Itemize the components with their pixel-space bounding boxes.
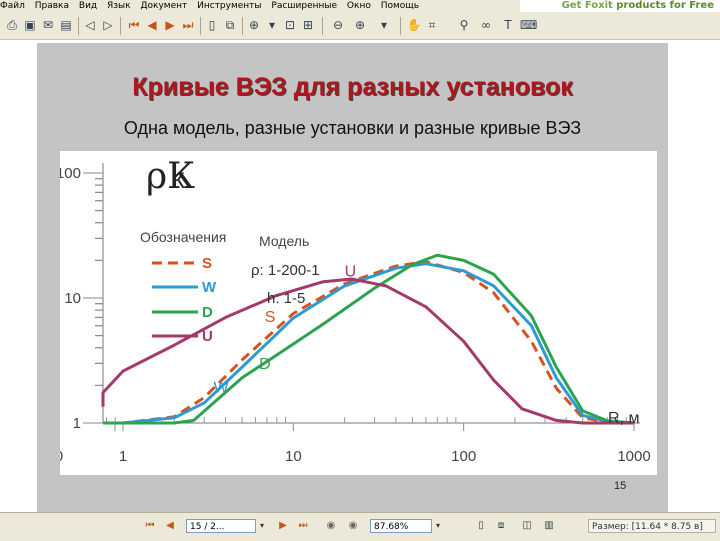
continuous-facing-icon[interactable]: ▥ <box>542 519 556 533</box>
y-tick-label: 100 <box>60 165 81 182</box>
slide-title: Кривые ВЭЗ для разных установок <box>132 73 573 101</box>
y-axis-label-subscript: К <box>172 168 185 193</box>
x-tick-label: 100 <box>451 448 476 465</box>
x-tick-label: 0 <box>60 448 63 465</box>
zoom-dropdown-icon[interactable]: ▾ <box>432 519 444 533</box>
series-line-u <box>101 277 634 425</box>
prev-page-icon[interactable]: ◀ <box>163 519 177 533</box>
page-number-field[interactable]: 15 / 2... <box>186 519 256 533</box>
toolbar-separator <box>78 17 79 35</box>
slide-page: Кривые ВЭЗ для разных установок Одна мод… <box>37 43 668 512</box>
email-icon[interactable]: ✉ <box>40 17 56 33</box>
menu-item-language[interactable]: Язык <box>107 0 131 12</box>
model-title: Модель <box>259 233 309 249</box>
scanner-icon[interactable]: ▤ <box>58 17 74 33</box>
zoom-dropdown-icon[interactable]: ▾ <box>376 17 392 33</box>
status-bar: ⏮ ◀ 15 / 2... ▾ ▶ ⏭ ◉ ◉ 87.68% ▾ ▯ ⧈ ◫ ▥… <box>0 512 720 541</box>
ves-chart: 10010101101001000 USWD Обозначения Модел… <box>55 151 657 475</box>
toolbar-separator <box>322 17 323 35</box>
prev-page-icon[interactable]: ◀ <box>144 17 160 33</box>
document-viewer[interactable]: Кривые ВЭЗ для разных установок Одна мод… <box>0 40 720 512</box>
zoom-in-icon[interactable]: ⊕ <box>246 17 262 33</box>
menu-item-view[interactable]: Вид <box>79 0 97 12</box>
x-axis-label: R, м <box>608 410 639 427</box>
facing-icon[interactable]: ◫ <box>520 519 534 533</box>
menu-item-edit[interactable]: Правка <box>35 0 69 12</box>
legend-title: Обозначения <box>140 229 226 245</box>
binoculars-icon[interactable]: ∞ <box>478 17 494 33</box>
curve-label-w: W <box>214 380 230 397</box>
next-page-icon[interactable]: ▶ <box>276 519 290 533</box>
next-page-icon[interactable]: ▶ <box>162 17 178 33</box>
fit-visible-icon[interactable]: ⊞ <box>300 17 316 33</box>
forward-icon[interactable]: ▷ <box>100 17 116 33</box>
toolbar: ⎙ ▣ ✉ ▤ ◁ ▷ ⏮ ◀ ▶ ⏭ ▯ ⧉ ⊕ ▾ ⊡ ⊞ ⊖ ⊕ ▾ ✋ … <box>0 13 720 40</box>
x-tick-label: 1 <box>119 448 127 465</box>
find-icon[interactable]: ⚲ <box>456 17 472 33</box>
zoom-plus-icon[interactable]: ⊕ <box>352 17 368 33</box>
forward-icon[interactable]: ◉ <box>346 519 360 533</box>
print-icon[interactable]: ⎙ <box>4 17 20 33</box>
model-thickness: h: 1-5 <box>267 290 305 307</box>
back-icon[interactable]: ◁ <box>82 17 98 33</box>
toolbar-separator <box>120 17 121 35</box>
last-page-icon[interactable]: ⏭ <box>296 519 310 533</box>
curve-label-d: D <box>259 356 271 373</box>
back-icon[interactable]: ◉ <box>324 519 338 533</box>
y-axis-label: ρК <box>146 156 195 197</box>
toolbar-separator <box>400 17 401 35</box>
curve-label-s: S <box>265 309 276 326</box>
promo-text-right: products for Free <box>616 0 714 11</box>
slide-page-number: 15 <box>614 480 627 492</box>
menu-item-help[interactable]: Помощь <box>381 0 419 12</box>
snapshot-icon[interactable]: ⌗ <box>424 17 440 33</box>
page-view-icon[interactable]: ▯ <box>204 17 220 33</box>
page-size-display: Размер: [11.64 * 8.75 в] <box>588 519 716 533</box>
first-page-icon[interactable]: ⏮ <box>143 519 157 533</box>
single-page-icon[interactable]: ▯ <box>474 519 488 533</box>
zoom-out-icon[interactable]: ⊖ <box>330 17 346 33</box>
y-tick-label: 1 <box>73 415 81 432</box>
legend-label-d: D <box>202 304 213 321</box>
model-resistivity: ρ: 1-200-1 <box>251 262 320 279</box>
zoom-field[interactable]: 87.68% <box>370 519 432 533</box>
fit-width-icon[interactable]: ⧉ <box>222 17 238 33</box>
first-page-icon[interactable]: ⏮ <box>126 17 142 33</box>
menu-item-file[interactable]: Файл <box>0 0 25 12</box>
menu-item-advanced[interactable]: Расширенные <box>271 0 337 12</box>
save-icon[interactable]: ▣ <box>22 17 38 33</box>
continuous-icon[interactable]: ⧈ <box>494 519 508 533</box>
typewriter-icon[interactable]: ⌨ <box>520 17 537 33</box>
select-icon[interactable]: ▾ <box>264 17 280 33</box>
fit-page-icon[interactable]: ⊡ <box>282 17 298 33</box>
promo-text-left: Get Foxit <box>561 0 613 11</box>
toolbar-separator <box>242 17 243 35</box>
legend-label-w: W <box>202 279 217 296</box>
last-page-icon[interactable]: ⏭ <box>180 17 196 33</box>
promo-banner[interactable]: Get Foxit products for Free <box>520 0 720 12</box>
curve-label-u: U <box>345 264 357 281</box>
toolbar-separator <box>200 17 201 35</box>
x-tick-label: 10 <box>285 448 302 465</box>
menu-item-tools[interactable]: Инструменты <box>197 0 261 12</box>
legend-label-u: U <box>202 328 213 345</box>
menu-item-window[interactable]: Окно <box>347 0 371 12</box>
slide-subtitle: Одна модель, разные установки и разные к… <box>123 118 582 138</box>
legend-label-s: S <box>202 255 212 272</box>
x-tick-label: 1000 <box>617 448 650 465</box>
page-dropdown-icon[interactable]: ▾ <box>256 519 268 533</box>
menu-item-document[interactable]: Документ <box>140 0 187 12</box>
text-select-icon[interactable]: T <box>500 17 516 33</box>
y-tick-label: 10 <box>64 290 81 307</box>
chart-svg: 10010101101001000 USWD Обозначения Модел… <box>55 156 651 465</box>
hand-icon[interactable]: ✋ <box>406 17 422 33</box>
